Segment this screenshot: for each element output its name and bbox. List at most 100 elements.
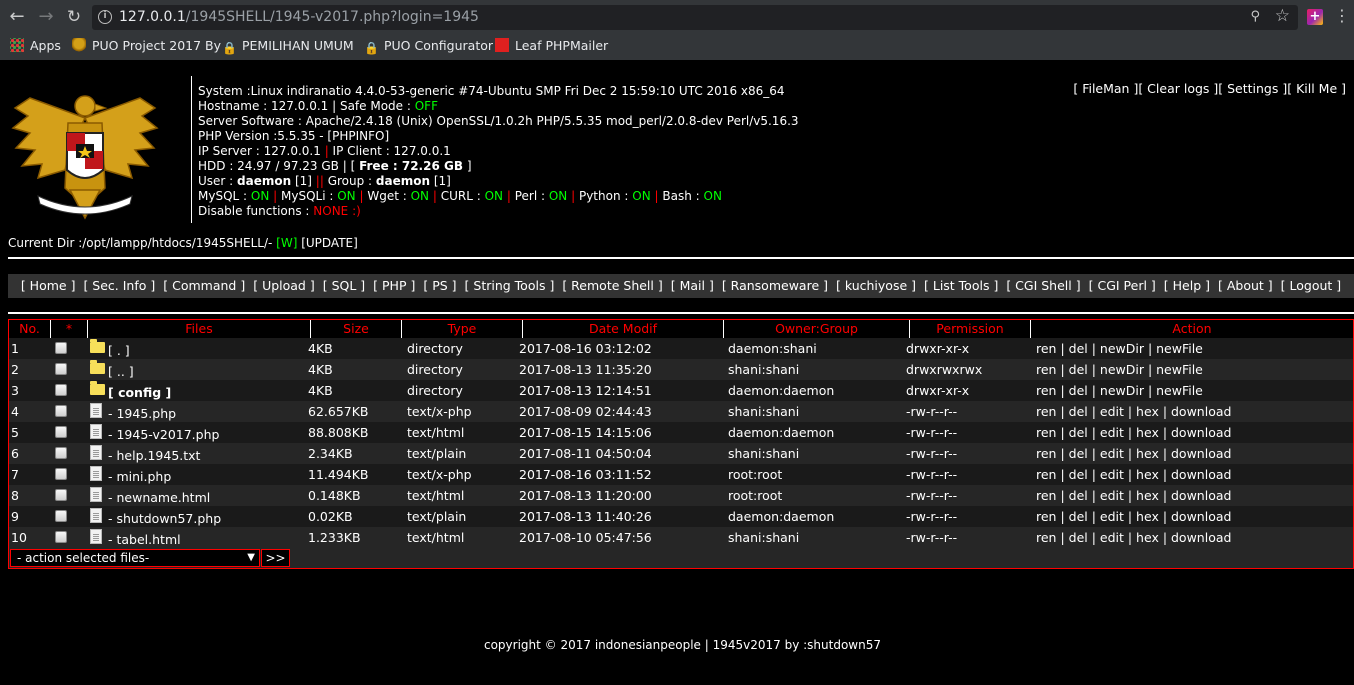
update-link[interactable]: [UPDATE] [297, 236, 358, 250]
folder-icon [90, 381, 105, 395]
file-owner: shani:shani [728, 530, 800, 545]
file-size: 4KB [308, 383, 333, 398]
nav-item[interactable]: [ Upload ] [253, 278, 315, 293]
extension-icon[interactable]: + [1307, 9, 1323, 25]
table-row: - tabel.html 10 1.233KB text/html 2017-08-10… [9, 527, 1353, 548]
nav-item[interactable]: [ Logout ] [1281, 278, 1342, 293]
file-icon [90, 529, 102, 544]
nav-item[interactable]: [ PS ] [423, 278, 456, 293]
file-actions[interactable]: ren | del | edit | hex | download [1036, 464, 1231, 485]
group-id: [1] [430, 174, 451, 188]
php-version-line[interactable]: PHP Version :5.5.35 - [PHPINFO] [198, 129, 811, 144]
module-name: Wget : [367, 189, 411, 203]
nav-item[interactable]: [ Help ] [1164, 278, 1210, 293]
bookmark-puo-project[interactable]: PUO Project 2017 By [72, 37, 221, 55]
nav-item[interactable]: [ PHP ] [373, 278, 415, 293]
bookmark-puo-configurator[interactable]: 🔒 PUO Configurator [364, 37, 493, 55]
file-actions[interactable]: ren | del | newDir | newFile [1036, 359, 1203, 380]
separator: | [359, 189, 364, 203]
browser-menu-icon[interactable]: ⋮ [1334, 7, 1350, 25]
file-link[interactable]: - 1945.php [108, 403, 176, 424]
row-checkbox[interactable] [55, 468, 67, 480]
url-text[interactable]: 127.0.0.1/1945SHELL/1945-v2017.php?login… [119, 9, 479, 25]
file-size: 4KB [308, 341, 333, 356]
nav-item[interactable]: [ Home ] [21, 278, 76, 293]
nav-item[interactable]: [ kuchiyose ] [836, 278, 916, 293]
hdd-end: ] [463, 159, 472, 173]
file-actions[interactable]: ren | del | edit | hex | download [1036, 422, 1231, 443]
file-type: directory [407, 383, 463, 398]
action-select[interactable]: - action selected files- ▼ [10, 549, 260, 567]
current-dir-path[interactable]: Current Dir :/opt/lampp/htdocs/1945SHELL… [8, 236, 276, 250]
nav-item[interactable]: [ Sec. Info ] [83, 278, 155, 293]
bookmark-apps[interactable]: Apps [10, 37, 61, 55]
address-bar[interactable]: i 127.0.0.1/1945SHELL/1945-v2017.php?log… [92, 5, 1298, 30]
file-link[interactable]: - mini.php [108, 466, 171, 487]
directory-link[interactable]: [ config ] [108, 382, 171, 403]
file-link[interactable]: - help.1945.txt [108, 445, 200, 466]
current-dir: Current Dir :/opt/lampp/htdocs/1945SHELL… [8, 236, 358, 250]
file-owner: daemon:shani [728, 341, 817, 356]
bookmark-leaf-phpmailer[interactable]: Leaf PHPMailer [495, 37, 608, 55]
garuda-icon [72, 38, 86, 52]
header-select: * [51, 320, 87, 338]
file-link[interactable]: - shutdown57.php [108, 508, 221, 529]
nav-item[interactable]: [ SQL ] [323, 278, 365, 293]
forward-arrow-icon[interactable]: → [36, 7, 56, 27]
back-arrow-icon[interactable]: ← [7, 7, 27, 27]
info-icon[interactable]: i [98, 10, 112, 24]
file-actions[interactable]: ren | del | newDir | newFile [1036, 338, 1203, 359]
key-icon[interactable]: ⚲ [1250, 9, 1260, 24]
file-link[interactable]: - tabel.html [108, 529, 181, 550]
file-link[interactable]: - newname.html [108, 487, 210, 508]
nav-item[interactable]: [ Remote Shell ] [562, 278, 662, 293]
module-name: Python : [578, 189, 633, 203]
nav-item[interactable]: [ List Tools ] [924, 278, 998, 293]
row-checkbox[interactable] [55, 510, 67, 522]
bookmarks-bar: Apps PUO Project 2017 By 🔒 PEMILIHAN UMUM… [0, 34, 1354, 58]
apps-grid-icon [10, 38, 24, 52]
bookmark-label: Apps [30, 38, 61, 53]
nav-item[interactable]: [ Mail ] [671, 278, 714, 293]
action-go-button[interactable]: >> [261, 549, 290, 567]
directory-link[interactable]: [ .. ] [108, 361, 134, 382]
nav-item[interactable]: [ String Tools ] [465, 278, 555, 293]
header-size: Size [311, 320, 401, 338]
file-type: text/html [407, 425, 465, 440]
nav-item[interactable]: [ Ransomeware ] [722, 278, 828, 293]
file-actions[interactable]: ren | del | edit | hex | download [1036, 506, 1231, 527]
bookmark-star-icon[interactable]: ☆ [1275, 6, 1290, 26]
row-checkbox[interactable] [55, 426, 67, 438]
row-checkbox[interactable] [55, 363, 67, 375]
file-size: 0.148KB [308, 488, 361, 503]
row-checkbox[interactable] [55, 489, 67, 501]
row-checkbox[interactable] [55, 384, 67, 396]
nav-item[interactable]: [ About ] [1218, 278, 1273, 293]
divider [8, 257, 1354, 259]
file-icon [90, 403, 102, 418]
garuda-logo [11, 95, 159, 220]
file-actions[interactable]: ren | del | edit | hex | download [1036, 401, 1231, 422]
file-actions[interactable]: ren | del | edit | hex | download [1036, 485, 1231, 506]
file-actions[interactable]: ren | del | newDir | newFile [1036, 380, 1203, 401]
file-link[interactable]: - 1945-v2017.php [108, 424, 219, 445]
table-row: - mini.php 7 11.494KB text/x-php 2017-08-16 … [9, 464, 1353, 485]
row-checkbox[interactable] [55, 342, 67, 354]
nav-item[interactable]: [ CGI Shell ] [1006, 278, 1080, 293]
reload-icon[interactable]: ↻ [64, 7, 84, 27]
top-menu[interactable]: [ FileMan ][ Clear logs ][ Settings ][ K… [1073, 81, 1346, 96]
file-size: 2.34KB [308, 446, 353, 461]
file-actions[interactable]: ren | del | edit | hex | download [1036, 527, 1231, 548]
file-actions[interactable]: ren | del | edit | hex | download [1036, 443, 1231, 464]
directory-link[interactable]: [ . ] [108, 340, 130, 361]
nav-item[interactable]: [ Command ] [163, 278, 245, 293]
lock-icon: 🔒 [364, 41, 379, 55]
table-row: [ config ] 3 4KB directory 2017-08-13 12:14:… [9, 380, 1353, 401]
bookmark-pemilihan-umum[interactable]: 🔒 PEMILIHAN UMUM [222, 37, 354, 55]
page-content: System :Linux indiranatio 4.4.0-53-gener… [0, 60, 1354, 685]
nav-item[interactable]: [ CGI Perl ] [1089, 278, 1156, 293]
row-checkbox[interactable] [55, 531, 67, 543]
file-icon [90, 487, 102, 502]
row-checkbox[interactable] [55, 447, 67, 459]
row-checkbox[interactable] [55, 405, 67, 417]
